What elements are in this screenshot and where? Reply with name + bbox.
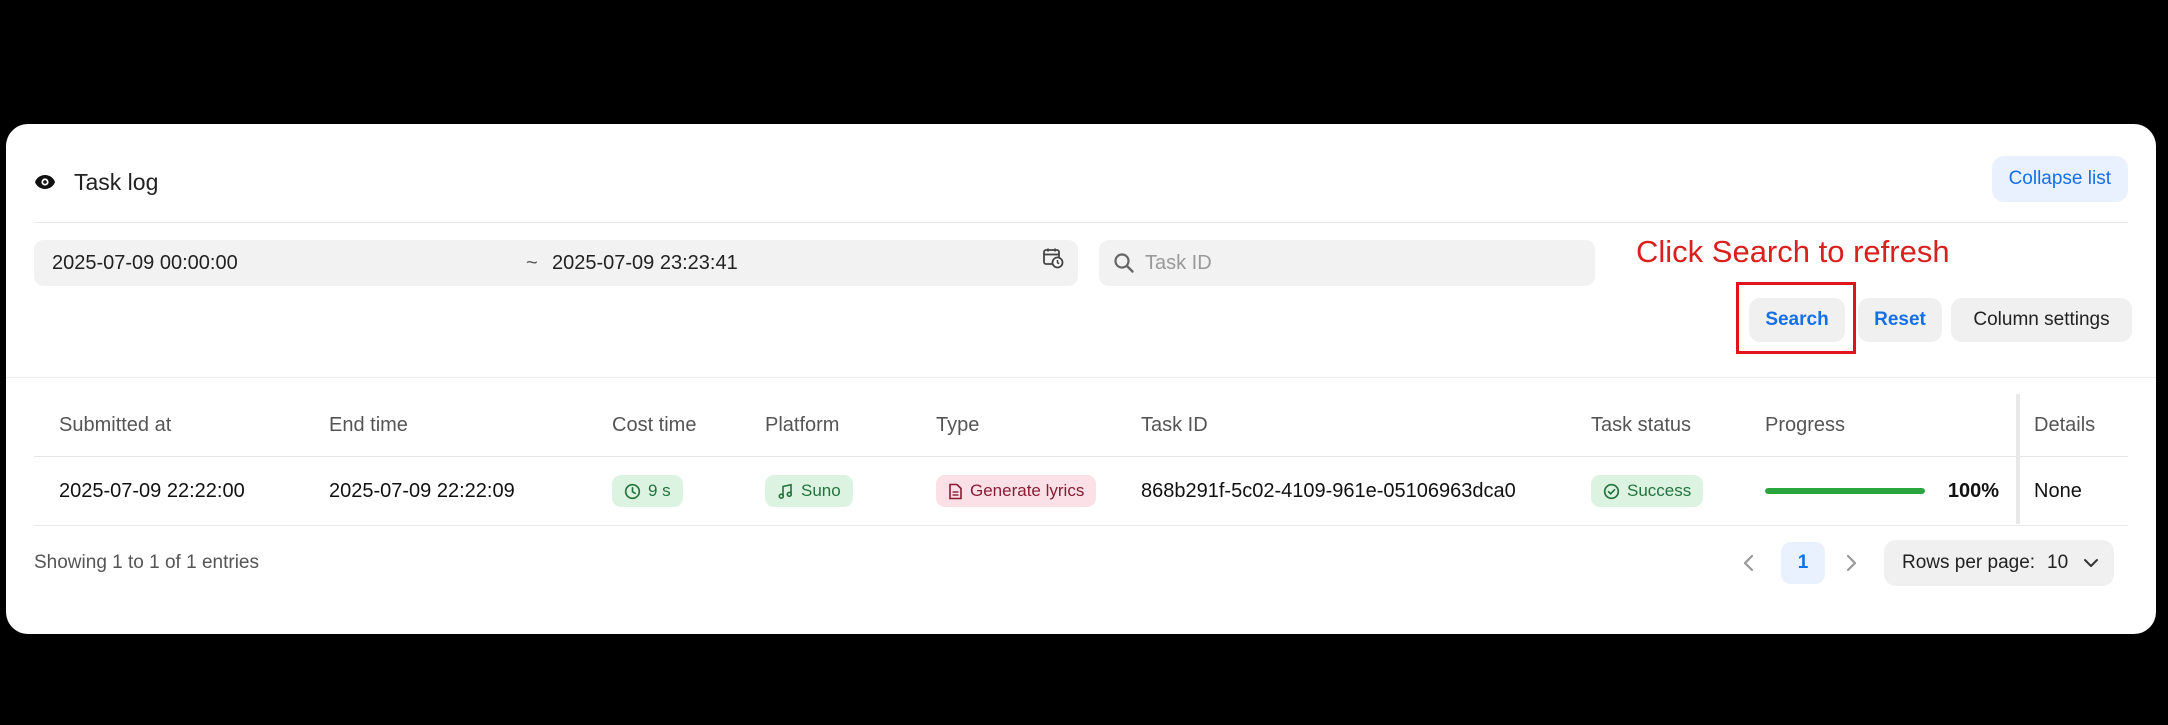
cell-task-id: 868b291f-5c02-4109-961e-05106963dca0 (1141, 479, 1516, 502)
cell-type: Generate lyrics (936, 457, 1097, 525)
cell-cost-time: 9 s (612, 457, 683, 525)
eye-icon (34, 174, 56, 190)
search-button[interactable]: Search (1749, 298, 1845, 342)
table-header: Submitted at End time Cost time Platform… (34, 394, 2128, 457)
type-text: Generate lyrics (970, 481, 1085, 500)
task-id-input[interactable] (1145, 240, 1575, 286)
pagination-page-current[interactable]: 1 (1781, 542, 1825, 584)
card-header: Task log Collapse list (34, 156, 2128, 204)
task-log-card: Task log Collapse list 2025-07-09 00:00:… (6, 124, 2156, 634)
column-header-task-id[interactable]: Task ID (1141, 394, 1208, 456)
column-header-end-time[interactable]: End time (329, 394, 408, 456)
column-header-type[interactable]: Type (936, 394, 979, 456)
task-id-search[interactable] (1099, 240, 1595, 286)
divider (34, 222, 2128, 223)
cell-end-time: 2025-07-09 22:22:09 (329, 479, 515, 502)
cost-time-text: 9 s (648, 481, 671, 500)
calendar-clock-icon[interactable] (1042, 240, 1064, 286)
page-title-text: Task log (74, 168, 159, 195)
cell-details[interactable]: None (2034, 457, 2082, 525)
status-text: Success (1627, 481, 1692, 500)
reset-button[interactable]: Reset (1858, 298, 1942, 342)
cell-progress: 100% (1765, 457, 1999, 525)
check-circle-icon (1603, 483, 1620, 499)
table-row[interactable]: 2025-07-09 22:22:00 2025-07-09 22:22:09 … (34, 457, 2128, 526)
rows-per-page-value: 10 (2047, 552, 2069, 573)
task-table: Submitted at End time Cost time Platform… (34, 394, 2128, 526)
column-header-platform[interactable]: Platform (765, 394, 839, 456)
search-icon (1113, 252, 1135, 279)
chevron-left-icon[interactable] (1734, 548, 1764, 578)
clock-icon (624, 483, 641, 499)
progress-percent: 100% (1947, 479, 1999, 502)
date-start[interactable]: 2025-07-09 00:00:00 (52, 240, 238, 286)
status-badge: Success (1591, 475, 1704, 507)
cost-time-badge: 9 s (612, 475, 683, 507)
column-header-progress[interactable]: Progress (1765, 394, 1845, 456)
cell-submitted-at: 2025-07-09 22:22:00 (59, 479, 245, 502)
entries-summary: Showing 1 to 1 of 1 entries (34, 552, 259, 573)
chevron-down-icon (2082, 555, 2100, 576)
progress-bar (1765, 488, 1925, 494)
rows-per-page-label: Rows per page: (1902, 552, 2036, 573)
annotation-text: Click Search to refresh (1636, 234, 1950, 269)
column-header-submitted-at[interactable]: Submitted at (59, 394, 171, 456)
column-header-details[interactable]: Details (2034, 394, 2095, 456)
platform-badge: Suno (765, 475, 853, 507)
sticky-column-divider (2016, 394, 2020, 524)
cell-platform: Suno (765, 457, 853, 525)
page-title: Task log (34, 160, 158, 204)
column-header-task-status[interactable]: Task status (1591, 394, 1691, 456)
column-header-cost-time[interactable]: Cost time (612, 394, 696, 456)
date-end[interactable]: 2025-07-09 23:23:41 (552, 240, 738, 286)
date-range-picker[interactable]: 2025-07-09 00:00:00 ~ 2025-07-09 23:23:4… (34, 240, 1078, 286)
collapse-list-button[interactable]: Collapse list (1991, 156, 2128, 202)
column-settings-button[interactable]: Column settings (1951, 298, 2132, 342)
progress-bar-fill (1765, 488, 1925, 494)
table-footer: Showing 1 to 1 of 1 entries 1 Rows per p… (34, 540, 2128, 586)
date-separator: ~ (526, 252, 538, 274)
platform-text: Suno (801, 481, 841, 500)
chevron-right-icon[interactable] (1836, 548, 1866, 578)
music-note-icon (778, 483, 793, 499)
document-icon (949, 483, 962, 499)
type-badge: Generate lyrics (936, 475, 1097, 507)
cell-task-status: Success (1591, 457, 1704, 525)
rows-per-page-select[interactable]: Rows per page: 10 (1884, 540, 2114, 586)
divider (6, 377, 2156, 378)
progress-indicator: 100% (1765, 480, 1999, 503)
